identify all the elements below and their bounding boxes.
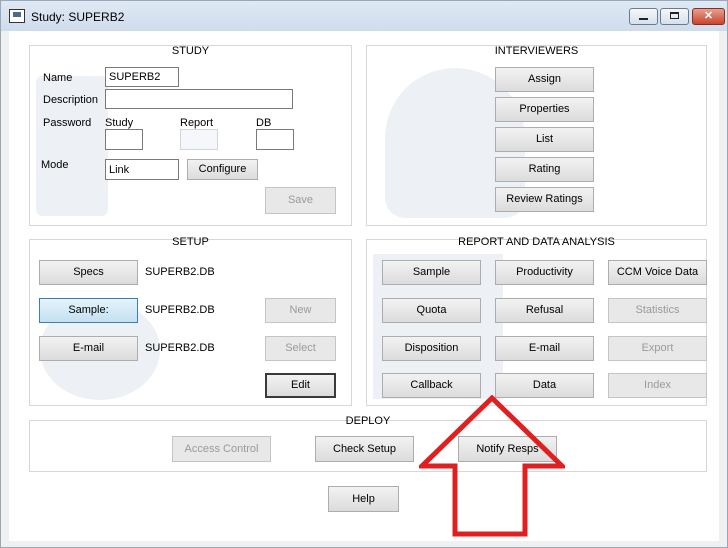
study-title: STUDY bbox=[171, 45, 210, 57]
new-button[interactable]: New bbox=[265, 298, 336, 323]
setup-title: SETUP bbox=[172, 236, 209, 248]
study-panel: STUDY Name Description Password Study Re… bbox=[29, 45, 352, 226]
review-ratings-button[interactable]: Review Ratings bbox=[495, 187, 594, 212]
mode-input[interactable] bbox=[105, 159, 179, 180]
properties-button[interactable]: Properties bbox=[495, 97, 594, 122]
quota-button[interactable]: Quota bbox=[382, 298, 481, 323]
sample-filename: SUPERB2.DB bbox=[145, 304, 215, 316]
report-title: REPORT AND DATA ANALYSIS bbox=[458, 236, 615, 248]
check-setup-button[interactable]: Check Setup bbox=[315, 436, 414, 462]
window-title: Study: SUPERB2 bbox=[31, 10, 125, 24]
maximize-icon bbox=[670, 12, 679, 19]
db-password-label: DB bbox=[256, 117, 272, 129]
index-button[interactable]: Index bbox=[608, 373, 707, 398]
sample-report-button[interactable]: Sample bbox=[382, 260, 481, 285]
title-bar[interactable]: Study: SUPERB2 ✕ bbox=[1, 1, 727, 31]
email-report-button[interactable]: E-mail bbox=[495, 336, 594, 361]
maximize-button[interactable] bbox=[660, 8, 689, 25]
setup-panel: SETUP Specs SUPERB2.DB Sample: SUPERB2.D… bbox=[29, 236, 352, 406]
study-password-label: Study bbox=[105, 117, 134, 129]
interviewers-panel: INTERVIEWERS Assign Properties List Rati… bbox=[366, 45, 707, 226]
description-label: Description bbox=[43, 94, 99, 106]
study-password-input[interactable] bbox=[105, 129, 143, 150]
report-password-label: Report bbox=[180, 117, 214, 129]
list-button[interactable]: List bbox=[495, 127, 594, 152]
specs-button[interactable]: Specs bbox=[39, 260, 138, 285]
email-filename: SUPERB2.DB bbox=[145, 342, 215, 354]
report-password-input[interactable] bbox=[180, 129, 218, 150]
arrow-shape bbox=[419, 395, 565, 537]
specs-filename: SUPERB2.DB bbox=[145, 266, 215, 278]
sample-setup-button[interactable]: Sample: bbox=[39, 298, 138, 323]
up-arrow-annotation bbox=[419, 395, 565, 537]
disposition-button[interactable]: Disposition bbox=[382, 336, 481, 361]
refusal-button[interactable]: Refusal bbox=[495, 298, 594, 323]
select-button[interactable]: Select bbox=[265, 336, 336, 361]
productivity-button[interactable]: Productivity bbox=[495, 260, 594, 285]
password-label: Password bbox=[43, 117, 92, 129]
study-window: Study: SUPERB2 ✕ STUDY Name Description … bbox=[0, 0, 728, 548]
description-input[interactable] bbox=[105, 89, 293, 109]
deploy-panel: DEPLOY Access Control Check Setup Notify… bbox=[29, 415, 707, 472]
statistics-button[interactable]: Statistics bbox=[608, 298, 707, 323]
close-button[interactable]: ✕ bbox=[692, 8, 725, 25]
configure-button[interactable]: Configure bbox=[187, 159, 258, 180]
mode-label: Mode bbox=[41, 159, 69, 171]
edit-button[interactable]: Edit bbox=[265, 373, 336, 398]
minimize-button[interactable] bbox=[629, 8, 658, 25]
report-panel: REPORT AND DATA ANALYSIS Sample Producti… bbox=[366, 236, 707, 406]
email-setup-button[interactable]: E-mail bbox=[39, 336, 138, 361]
ccm-voice-data-button[interactable]: CCM Voice Data bbox=[608, 260, 707, 285]
export-button[interactable]: Export bbox=[608, 336, 707, 361]
deploy-title: DEPLOY bbox=[345, 415, 391, 427]
app-icon bbox=[9, 9, 25, 23]
db-password-input[interactable] bbox=[256, 129, 294, 150]
minimize-icon bbox=[639, 18, 648, 20]
close-icon: ✕ bbox=[703, 10, 714, 22]
assign-button[interactable]: Assign bbox=[495, 67, 594, 92]
access-control-button[interactable]: Access Control bbox=[172, 436, 271, 462]
client-area: STUDY Name Description Password Study Re… bbox=[9, 31, 719, 541]
name-label: Name bbox=[43, 72, 73, 84]
interviewers-title: INTERVIEWERS bbox=[494, 45, 579, 57]
help-button[interactable]: Help bbox=[328, 486, 399, 512]
name-input[interactable] bbox=[105, 67, 179, 87]
rating-button[interactable]: Rating bbox=[495, 157, 594, 182]
save-button[interactable]: Save bbox=[265, 187, 336, 214]
